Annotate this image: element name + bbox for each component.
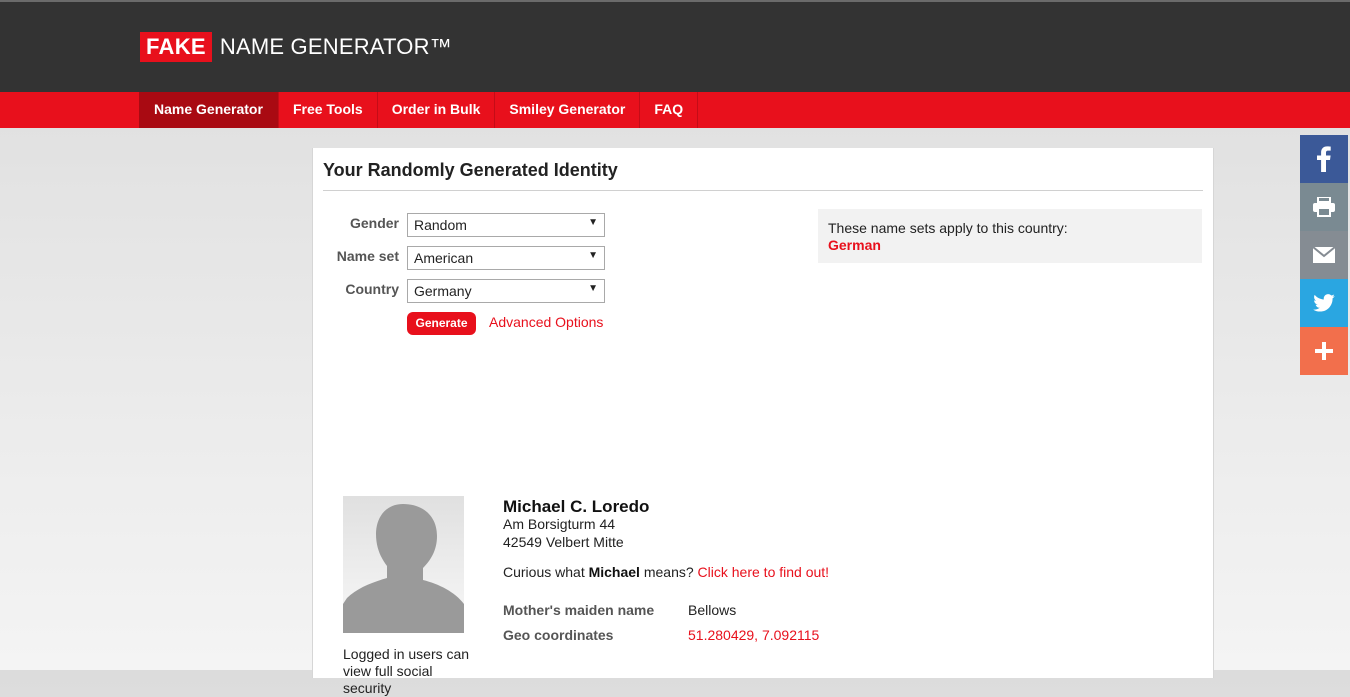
more-share-button[interactable] <box>1300 327 1348 375</box>
dropdown-arrow-icon: ▼ <box>588 217 598 228</box>
gender-label: Gender <box>349 215 399 231</box>
country-note-text: These name sets apply to this country: <box>828 220 1068 236</box>
nav-item-faq[interactable]: FAQ <box>640 92 699 128</box>
advanced-options-link[interactable]: Advanced Options <box>489 314 603 330</box>
avatar-silhouette-icon <box>343 496 464 633</box>
maiden-name-value: Bellows <box>688 602 737 618</box>
email-icon <box>1313 247 1335 263</box>
main-nav: Name Generator Free Tools Order in Bulk … <box>0 92 1350 128</box>
logo-fake-badge: FAKE <box>140 32 212 62</box>
twitter-icon <box>1313 294 1335 312</box>
identity-panel: Your Randomly Generated Identity Gender … <box>312 148 1214 696</box>
page-title: Your Randomly Generated Identity <box>323 160 1203 191</box>
email-share-button[interactable] <box>1300 231 1348 279</box>
country-note-value: German <box>828 237 881 253</box>
maiden-name-label: Mother's maiden name <box>503 602 655 618</box>
geo-coordinates-link[interactable]: 51.280429, 7.092115 <box>688 627 819 643</box>
name-meaning-link[interactable]: Click here to find out! <box>698 564 830 580</box>
logo-text: NAME GENERATOR™ <box>219 34 452 59</box>
login-note: Logged in users can view full social sec… <box>343 646 470 696</box>
country-select-value: Germany <box>414 283 472 299</box>
more-plus-icon <box>1315 342 1333 360</box>
nav-item-free-tools[interactable]: Free Tools <box>279 92 378 128</box>
print-share-button[interactable] <box>1300 183 1348 231</box>
gender-select-value: Random <box>414 217 467 233</box>
facebook-icon <box>1317 146 1331 172</box>
site-header: FAKE NAME GENERATOR™ <box>0 0 1350 92</box>
curious-first-name: Michael <box>588 564 640 580</box>
nameset-select-value: American <box>414 250 474 266</box>
share-bar <box>1300 135 1348 375</box>
country-select[interactable]: Germany ▼ <box>407 279 605 303</box>
dropdown-arrow-icon: ▼ <box>588 283 598 294</box>
nav-item-smiley-generator[interactable]: Smiley Generator <box>495 92 641 128</box>
curious-prefix: Curious what <box>503 564 589 580</box>
gender-select[interactable]: Random ▼ <box>407 213 605 237</box>
identity-name: Michael C. Loredo <box>503 497 650 516</box>
site-logo[interactable]: FAKE NAME GENERATOR™ <box>140 32 452 62</box>
curious-suffix: means? <box>639 564 698 580</box>
address-line-2: 42549 Velbert Mitte <box>503 534 624 550</box>
facebook-share-button[interactable] <box>1300 135 1348 183</box>
nameset-select[interactable]: American ▼ <box>407 246 605 270</box>
nav-item-name-generator[interactable]: Name Generator <box>139 92 279 128</box>
nameset-label: Name set <box>336 248 399 264</box>
address-line-1: Am Borsigturm 44 <box>503 516 616 532</box>
twitter-share-button[interactable] <box>1300 279 1348 327</box>
country-note-box: These name sets apply to this country: G… <box>818 209 1202 263</box>
geo-coordinates-label: Geo coordinates <box>503 627 614 643</box>
print-icon <box>1313 197 1335 217</box>
generate-button[interactable]: Generate <box>407 312 476 335</box>
country-label: Country <box>345 281 399 297</box>
nav-item-order-in-bulk[interactable]: Order in Bulk <box>378 92 496 128</box>
name-meaning-line: Curious what Michael means? Click here t… <box>503 564 829 580</box>
dropdown-arrow-icon: ▼ <box>588 250 598 261</box>
